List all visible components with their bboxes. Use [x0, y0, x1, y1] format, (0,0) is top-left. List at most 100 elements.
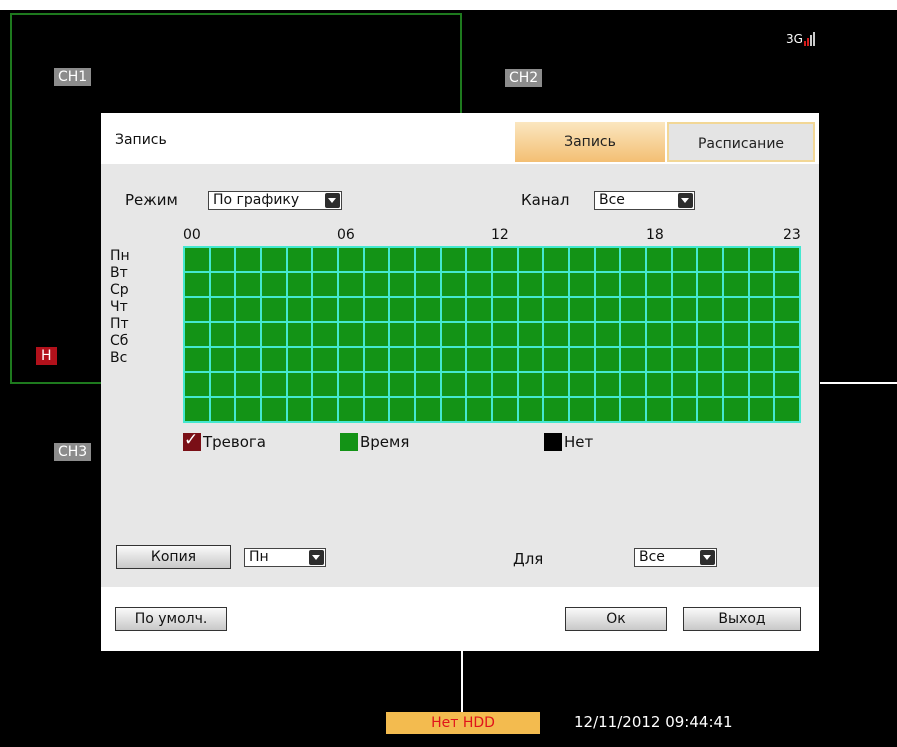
schedule-cell[interactable]: [313, 348, 337, 371]
schedule-cell[interactable]: [467, 273, 491, 296]
schedule-cell[interactable]: [724, 273, 748, 296]
schedule-cell[interactable]: [570, 348, 594, 371]
schedule-cell[interactable]: [698, 323, 722, 346]
schedule-cell[interactable]: [390, 323, 414, 346]
schedule-cell[interactable]: [518, 298, 543, 321]
schedule-cell[interactable]: [749, 348, 774, 371]
schedule-cell[interactable]: [287, 348, 312, 371]
schedule-cell[interactable]: [749, 398, 774, 421]
schedule-cell[interactable]: [775, 348, 799, 371]
schedule-cell[interactable]: [672, 373, 697, 396]
schedule-cell[interactable]: [441, 398, 466, 421]
for-select[interactable]: Все: [634, 548, 717, 567]
schedule-cell[interactable]: [647, 323, 671, 346]
schedule-cell[interactable]: [595, 248, 620, 271]
schedule-cell[interactable]: [775, 373, 799, 396]
schedule-cell[interactable]: [467, 298, 491, 321]
schedule-cell[interactable]: [313, 273, 337, 296]
schedule-cell[interactable]: [364, 398, 389, 421]
schedule-cell[interactable]: [595, 398, 620, 421]
schedule-cell[interactable]: [724, 373, 748, 396]
schedule-cell[interactable]: [775, 323, 799, 346]
schedule-cell[interactable]: [262, 273, 286, 296]
schedule-cell[interactable]: [390, 298, 414, 321]
schedule-cell[interactable]: [570, 373, 594, 396]
schedule-cell[interactable]: [544, 348, 568, 371]
schedule-cell[interactable]: [364, 373, 389, 396]
schedule-cell[interactable]: [416, 323, 440, 346]
schedule-cell[interactable]: [672, 273, 697, 296]
schedule-cell[interactable]: [339, 323, 363, 346]
schedule-cell[interactable]: [570, 273, 594, 296]
schedule-cell[interactable]: [544, 248, 568, 271]
schedule-cell[interactable]: [595, 298, 620, 321]
schedule-cell[interactable]: [647, 373, 671, 396]
schedule-cell[interactable]: [313, 373, 337, 396]
schedule-cell[interactable]: [390, 273, 414, 296]
schedule-cell[interactable]: [210, 298, 235, 321]
schedule-cell[interactable]: [390, 398, 414, 421]
schedule-cell[interactable]: [621, 323, 645, 346]
schedule-cell[interactable]: [493, 273, 517, 296]
schedule-cell[interactable]: [467, 348, 491, 371]
schedule-cell[interactable]: [236, 298, 260, 321]
schedule-cell[interactable]: [544, 398, 568, 421]
schedule-cell[interactable]: [262, 323, 286, 346]
schedule-cell[interactable]: [339, 298, 363, 321]
exit-button[interactable]: Выход: [683, 607, 801, 631]
schedule-cell[interactable]: [724, 248, 748, 271]
schedule-cell[interactable]: [313, 248, 337, 271]
schedule-cell[interactable]: [698, 298, 722, 321]
schedule-cell[interactable]: [621, 273, 645, 296]
schedule-cell[interactable]: [775, 398, 799, 421]
schedule-cell[interactable]: [595, 273, 620, 296]
schedule-cell[interactable]: [185, 398, 209, 421]
schedule-cell[interactable]: [416, 273, 440, 296]
schedule-cell[interactable]: [724, 348, 748, 371]
schedule-cell[interactable]: [287, 323, 312, 346]
schedule-cell[interactable]: [518, 373, 543, 396]
tab-record[interactable]: Запись: [515, 122, 665, 162]
schedule-cell[interactable]: [647, 348, 671, 371]
schedule-cell[interactable]: [518, 248, 543, 271]
schedule-cell[interactable]: [390, 248, 414, 271]
schedule-cell[interactable]: [698, 373, 722, 396]
schedule-cell[interactable]: [390, 373, 414, 396]
schedule-cell[interactable]: [621, 373, 645, 396]
schedule-cell[interactable]: [416, 348, 440, 371]
schedule-cell[interactable]: [210, 323, 235, 346]
schedule-cell[interactable]: [647, 273, 671, 296]
schedule-cell[interactable]: [262, 398, 286, 421]
schedule-cell[interactable]: [236, 273, 260, 296]
schedule-cell[interactable]: [518, 323, 543, 346]
schedule-cell[interactable]: [775, 248, 799, 271]
schedule-cell[interactable]: [441, 323, 466, 346]
schedule-cell[interactable]: [467, 248, 491, 271]
schedule-cell[interactable]: [287, 398, 312, 421]
schedule-cell[interactable]: [493, 348, 517, 371]
schedule-cell[interactable]: [570, 323, 594, 346]
schedule-cell[interactable]: [724, 298, 748, 321]
schedule-cell[interactable]: [775, 298, 799, 321]
schedule-cell[interactable]: [262, 348, 286, 371]
schedule-cell[interactable]: [441, 298, 466, 321]
schedule-cell[interactable]: [595, 323, 620, 346]
schedule-cell[interactable]: [544, 323, 568, 346]
mode-select[interactable]: По графику: [208, 191, 342, 210]
default-button[interactable]: По умолч.: [115, 607, 227, 631]
schedule-cell[interactable]: [287, 273, 312, 296]
schedule-cell[interactable]: [364, 323, 389, 346]
schedule-cell[interactable]: [339, 248, 363, 271]
schedule-cell[interactable]: [210, 398, 235, 421]
schedule-cell[interactable]: [570, 248, 594, 271]
copy-button[interactable]: Копия: [116, 545, 231, 569]
schedule-cell[interactable]: [647, 298, 671, 321]
schedule-cell[interactable]: [287, 373, 312, 396]
schedule-cell[interactable]: [416, 398, 440, 421]
schedule-cell[interactable]: [493, 298, 517, 321]
schedule-cell[interactable]: [595, 373, 620, 396]
schedule-cell[interactable]: [698, 248, 722, 271]
schedule-cell[interactable]: [493, 398, 517, 421]
schedule-cell[interactable]: [236, 248, 260, 271]
schedule-cell[interactable]: [185, 248, 209, 271]
